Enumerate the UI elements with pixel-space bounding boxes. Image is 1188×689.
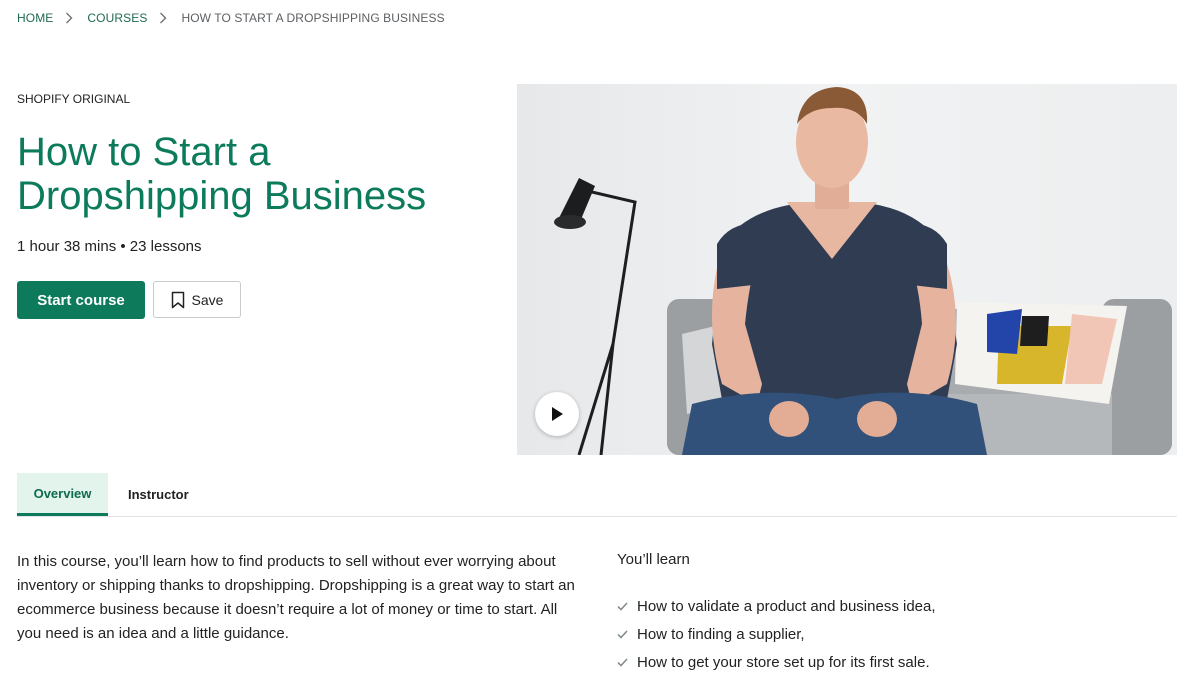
video-thumbnail bbox=[517, 84, 1177, 455]
chevron-right-icon bbox=[147, 11, 181, 25]
list-item: How to get your store set up for its fir… bbox=[617, 648, 936, 676]
play-button[interactable] bbox=[535, 392, 579, 436]
learn-item-label: How to get your store set up for its fir… bbox=[637, 653, 930, 671]
list-item: How to finding a supplier, bbox=[617, 620, 936, 648]
tab-instructor[interactable]: Instructor bbox=[108, 473, 205, 516]
bookmark-icon bbox=[171, 291, 185, 309]
learn-item-label: How to finding a supplier, bbox=[637, 625, 805, 643]
learn-heading: You’ll learn bbox=[617, 551, 690, 568]
tab-overview[interactable]: Overview bbox=[17, 473, 108, 516]
course-tabs: Overview Instructor bbox=[17, 473, 1177, 517]
save-button[interactable]: Save bbox=[153, 281, 241, 318]
course-meta: 1 hour 38 mins • 23 lessons bbox=[17, 238, 202, 255]
course-title: How to Start a Dropshipping Business bbox=[17, 130, 427, 218]
start-course-button[interactable]: Start course bbox=[17, 281, 145, 319]
save-button-label: Save bbox=[191, 291, 224, 308]
breadcrumb-courses-link[interactable]: COURSES bbox=[87, 11, 147, 25]
play-icon bbox=[550, 406, 564, 422]
breadcrumb-current: HOW TO START A DROPSHIPPING BUSINESS bbox=[181, 11, 445, 25]
checkmark-icon bbox=[617, 657, 637, 667]
learn-item-label: How to validate a product and business i… bbox=[637, 597, 936, 615]
overview-description: In this course, you’ll learn how to find… bbox=[17, 553, 575, 642]
breadcrumb: HOME COURSES HOW TO START A DROPSHIPPING… bbox=[17, 11, 445, 25]
course-video[interactable] bbox=[517, 84, 1177, 455]
learn-list: How to validate a product and business i… bbox=[617, 592, 936, 676]
course-actions: Start course Save bbox=[17, 281, 241, 319]
course-eyebrow: SHOPIFY ORIGINAL bbox=[17, 92, 131, 106]
chevron-right-icon bbox=[53, 11, 87, 25]
checkmark-icon bbox=[617, 629, 637, 639]
list-item: How to validate a product and business i… bbox=[617, 592, 936, 620]
breadcrumb-home-link[interactable]: HOME bbox=[17, 11, 53, 25]
checkmark-icon bbox=[617, 601, 637, 611]
